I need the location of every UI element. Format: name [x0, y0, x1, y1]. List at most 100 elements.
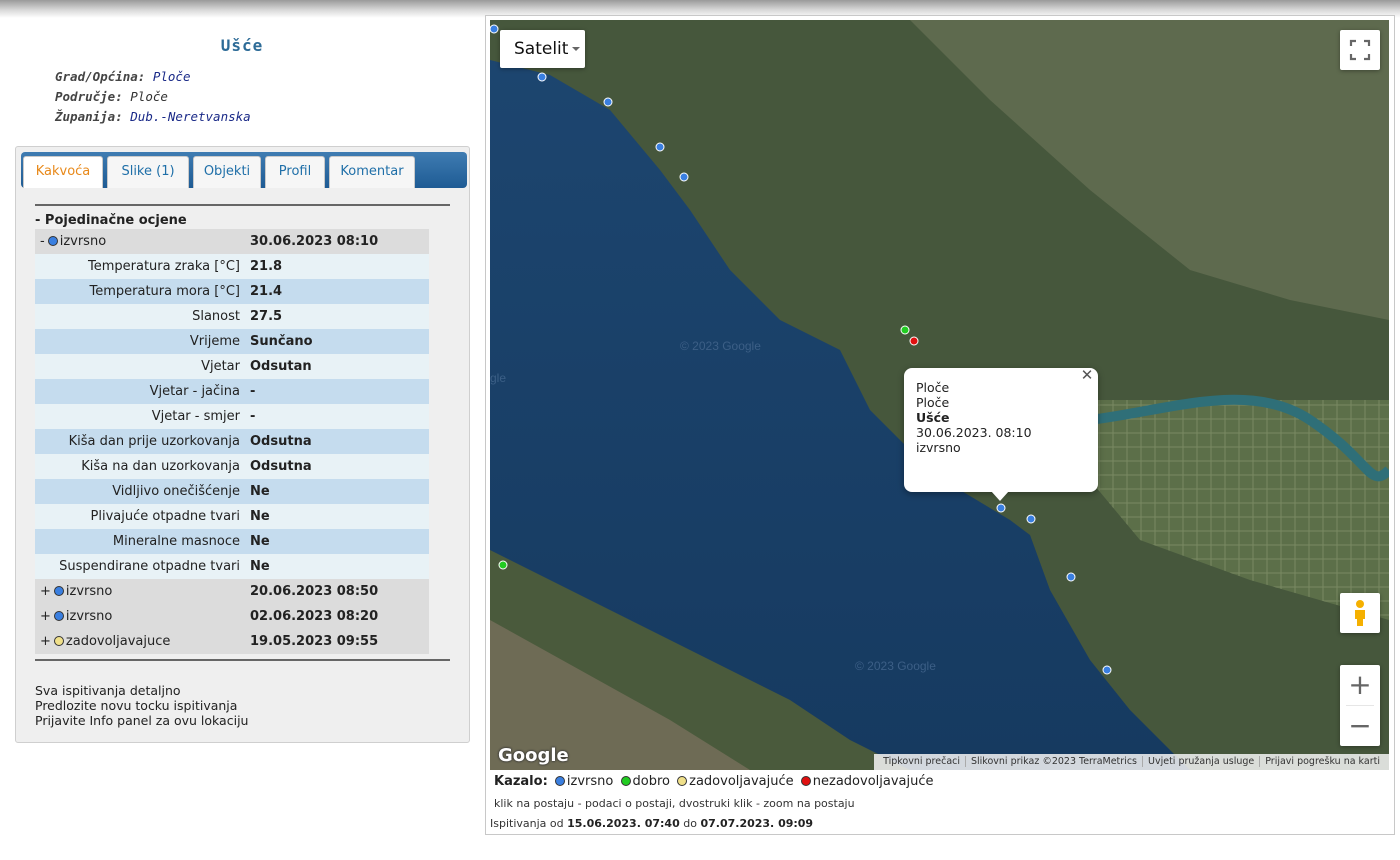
legend-dot-icon [554, 776, 565, 786]
zoom-in-button[interactable]: + [1340, 665, 1380, 705]
link-suggest-point[interactable]: Predlozite novu tocku ispitivanja [35, 698, 248, 713]
divider-top [35, 204, 450, 206]
station-marker[interactable] [603, 97, 613, 107]
link-report-map-error[interactable]: Prijavi pogrešku na karti [1259, 756, 1385, 767]
link-terms[interactable]: Uvjeti pružanja usluge [1142, 756, 1260, 767]
history-row[interactable]: + zadovoljavajuce 19.05.2023 09:55 [35, 629, 429, 654]
latest-datetime: 30.06.2023 08:10 [250, 234, 379, 249]
status-dot-icon [53, 611, 64, 621]
latest-rating-row[interactable]: - izvrsno 30.06.2023 08:10 [35, 229, 429, 254]
measure-label: Plivajuće otpadne tvari [90, 509, 240, 524]
zoom-control: + − [1340, 665, 1380, 746]
map-legend: Kazalo: izvrsno dobro zadovoljavajuće ne… [494, 774, 934, 789]
measure-value: Odsutan [250, 359, 312, 374]
period-prefix: Ispitivanja od [490, 817, 564, 830]
measure-label: Kiša dan prije uzorkovanja [68, 434, 240, 449]
close-icon[interactable]: ✕ [1079, 368, 1095, 383]
satellite-map[interactable]: © 2023 Google © 2023 Google gle Satelit [490, 20, 1389, 770]
history-status: izvrsno [65, 584, 113, 599]
measure-label: Temperatura mora [°C] [89, 284, 240, 299]
map-watermark: gle [490, 371, 506, 385]
measure-row: Plivajuće otpadne tvari Ne [35, 504, 429, 529]
history-datetime: 19.05.2023 09:55 [250, 634, 379, 649]
measure-label: Temperatura zraka [°C] [88, 259, 240, 274]
link-all-tests[interactable]: Sva ispitivanja detaljno [35, 683, 248, 698]
tab-objekti[interactable]: Objekti [193, 156, 261, 188]
meta-county-value: Dub.-Neretvanska [130, 109, 251, 124]
period-from: 15.06.2023. 07:40 [567, 817, 680, 830]
toggle-collapse[interactable]: - [40, 234, 45, 249]
legend-dot-icon [677, 776, 688, 786]
legend-dot-icon [800, 776, 811, 786]
station-marker[interactable] [900, 325, 910, 335]
meta-city: Grad/Općina: Ploče [55, 69, 190, 84]
popup-station-name: Ušće [916, 410, 950, 425]
station-info-window: ✕ Ploče Ploče Ušće 30.06.2023. 08:10 izv… [904, 368, 1098, 501]
google-logo: Google [498, 745, 569, 766]
latest-status: izvrsno [59, 234, 107, 249]
legend-label: nezadovoljavajuće [812, 774, 934, 789]
popup-area: Ploče [916, 395, 950, 410]
station-marker[interactable] [1066, 572, 1076, 582]
measure-row: Vjetar - smjer - [35, 404, 429, 429]
station-marker[interactable] [498, 560, 508, 570]
tab-bar: Kakvoća Slike (1) Objekti Profil Komenta… [21, 152, 467, 188]
measure-label: Vjetar [201, 359, 240, 374]
tab-profil[interactable]: Profil [265, 156, 325, 188]
measure-label: Vjetar - smjer [151, 409, 240, 424]
measure-label: Vidljivo onečišćenje [112, 484, 240, 499]
toggle-expand[interactable]: + [40, 584, 51, 599]
period-mid: do [683, 817, 697, 830]
fullscreen-button[interactable] [1340, 30, 1380, 70]
pegman-button[interactable] [1340, 593, 1380, 633]
measure-row: Slanost 27.5 [35, 304, 429, 329]
test-period: Ispitivanja od 15.06.2023. 07:40 do 07.0… [490, 817, 813, 830]
measure-row: Temperatura zraka [°C] 21.8 [35, 254, 429, 279]
measure-label: Vrijeme [189, 334, 240, 349]
map-usage-note: klik na postaju - podaci o postaji, dvos… [494, 797, 855, 810]
section-title[interactable]: - Pojedinačne ocjene [35, 213, 187, 228]
station-marker[interactable] [1102, 665, 1112, 675]
measure-value: Ne [250, 559, 270, 574]
station-marker[interactable] [909, 336, 919, 346]
zoom-out-button[interactable]: − [1340, 706, 1380, 746]
measure-value: 21.4 [250, 284, 283, 299]
station-marker[interactable] [679, 172, 689, 182]
link-report-panel[interactable]: Prijavite Info panel za ovu lokaciju [35, 713, 248, 728]
tab-slike[interactable]: Slike (1) [107, 156, 189, 188]
caret-down-icon [572, 47, 581, 51]
link-keyboard-shortcuts[interactable]: Tipkovni prečaci [878, 756, 965, 767]
measure-value: Ne [250, 534, 270, 549]
station-marker[interactable] [537, 72, 547, 82]
history-row[interactable]: + izvrsno 02.06.2023 08:20 [35, 604, 429, 629]
legend-title: Kazalo: [494, 774, 548, 789]
measure-value: - [250, 384, 256, 399]
tab-komentar[interactable]: Komentar [329, 156, 415, 188]
legend-label: izvrsno [566, 774, 614, 789]
ratings-table: - izvrsno 30.06.2023 08:10 Temperatura zr… [35, 229, 429, 654]
history-row[interactable]: + izvrsno 20.06.2023 08:50 [35, 579, 429, 604]
measure-label: Mineralne masnoce [112, 534, 240, 549]
meta-area-value: Ploče [130, 89, 168, 104]
toggle-expand[interactable]: + [40, 634, 51, 649]
map-type-select[interactable]: Satelit [500, 30, 585, 68]
popup-tail [991, 491, 1009, 501]
legend-label: zadovoljavajuće [689, 774, 794, 789]
measure-row: Vjetar Odsutan [35, 354, 429, 379]
station-marker[interactable] [490, 24, 499, 34]
measure-row: Vjetar - jačina - [35, 379, 429, 404]
toggle-expand[interactable]: + [40, 609, 51, 624]
station-marker[interactable] [996, 503, 1006, 513]
legend-label: dobro [632, 774, 670, 789]
legend-dot-icon [620, 776, 631, 786]
measure-value: Ne [250, 484, 270, 499]
measure-value: 27.5 [250, 309, 283, 324]
latest-rating-head: - izvrsno [40, 234, 106, 249]
meta-county: Županija: Dub.-Neretvanska [55, 109, 251, 124]
station-marker[interactable] [1026, 514, 1036, 524]
status-dot-icon [53, 586, 64, 596]
history-status: zadovoljavajuce [65, 634, 171, 649]
tab-kakvoca[interactable]: Kakvoća [23, 156, 103, 188]
station-marker[interactable] [655, 142, 665, 152]
meta-city-value: Ploče [152, 69, 191, 84]
